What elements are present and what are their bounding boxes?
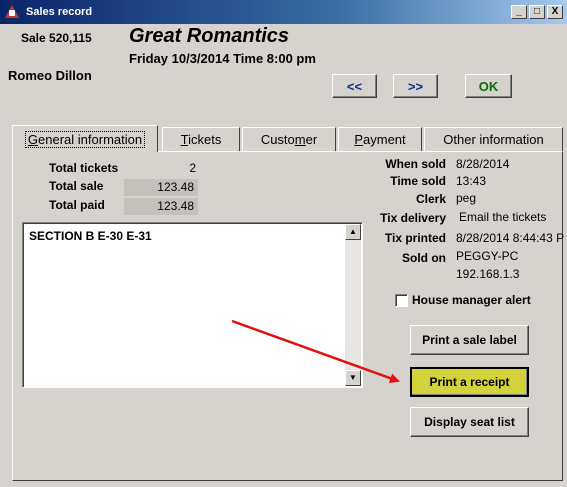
tab-general-information[interactable]: General information: [12, 125, 158, 152]
clerk-value: peg: [456, 191, 477, 205]
customer-name: Romeo Dillon: [8, 68, 92, 83]
tix-delivery-value: Email the tickets: [459, 210, 547, 224]
tix-printed-label: Tix printed: [384, 231, 446, 245]
title-bar: Sales record _ □ X: [0, 0, 567, 24]
notes-scrollbar[interactable]: ▲ ▼: [345, 224, 361, 386]
scroll-up-icon[interactable]: ▲: [345, 224, 361, 240]
sale-number: Sale 520,115: [21, 31, 92, 45]
print-sale-label-button[interactable]: Print a sale label: [410, 325, 529, 355]
tab-payment[interactable]: Payment: [338, 127, 422, 151]
maximize-button[interactable]: □: [529, 5, 545, 19]
tab-customer[interactable]: Customer: [242, 127, 336, 151]
display-seat-list-button[interactable]: Display seat list: [410, 407, 529, 437]
total-paid-label: Total paid: [49, 198, 105, 212]
event-title: Great Romantics: [129, 25, 290, 47]
total-sale-value: 123.48: [124, 179, 198, 196]
total-tickets-value: 2: [189, 161, 196, 175]
print-receipt-button[interactable]: Print a receipt: [410, 367, 529, 397]
house-manager-alert-label: House manager alert: [412, 293, 531, 307]
minimize-button[interactable]: _: [511, 5, 527, 19]
tab-other-information[interactable]: Other information: [424, 127, 563, 151]
time-sold-label: Time sold: [390, 174, 446, 188]
window-title: Sales record: [26, 6, 93, 18]
time-sold-value: 13:43: [456, 174, 487, 188]
seat-notes-textarea[interactable]: SECTION B E-30 E-31 ▲ ▼: [22, 222, 363, 388]
scroll-down-icon[interactable]: ▼: [345, 370, 361, 386]
seat-notes-text: SECTION B E-30 E-31: [29, 229, 152, 243]
clerk-label: Clerk: [415, 192, 446, 206]
sold-on-host: PEGGY-PC: [456, 249, 519, 263]
previous-record-button[interactable]: <<: [332, 74, 377, 98]
ok-button[interactable]: OK: [465, 74, 512, 98]
app-logo-icon: [4, 4, 20, 20]
when-sold-label: When sold: [385, 157, 446, 171]
close-button[interactable]: X: [547, 5, 563, 19]
sold-on-label: Sold on: [402, 251, 446, 265]
event-date: Friday 10/3/2014 Time 8:00 pm: [129, 51, 316, 66]
total-paid-value: 123.48: [124, 198, 198, 215]
total-sale-label: Total sale: [49, 179, 104, 193]
tab-tickets[interactable]: Tickets: [162, 127, 240, 151]
sold-on-ip: 192.168.1.3: [456, 267, 520, 281]
house-manager-alert-checkbox[interactable]: [395, 294, 408, 307]
tix-printed-value: 8/28/2014 8:44:43 P: [456, 231, 565, 245]
total-tickets-label: Total tickets: [49, 161, 119, 175]
tix-delivery-label: Tix delivery: [380, 211, 446, 225]
next-record-button[interactable]: >>: [393, 74, 438, 98]
when-sold-value: 8/28/2014: [456, 157, 510, 171]
